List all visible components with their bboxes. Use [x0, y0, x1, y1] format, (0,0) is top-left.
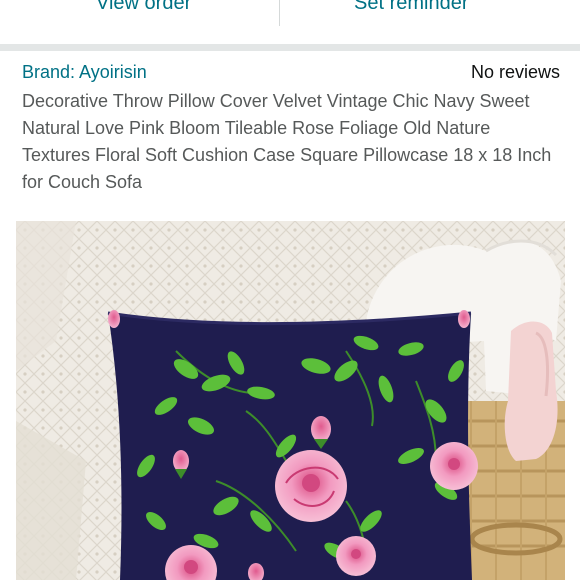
product-image[interactable] [16, 221, 565, 580]
reviews-count: No reviews [470, 62, 560, 82]
pink-ceramic-decor [504, 321, 558, 461]
actions-divider [279, 0, 280, 26]
brand-row: Brand: Ayoirisin No reviews [22, 62, 560, 86]
set-reminder-link[interactable]: Set reminder [354, 0, 469, 15]
floral-pillow [107, 310, 478, 580]
order-actions-bar: View order Set reminder [0, 0, 580, 26]
rose-bloom [430, 442, 478, 490]
rose-bloom [336, 536, 376, 576]
view-order-link[interactable]: View order [96, 0, 191, 15]
brand-link[interactable]: Brand: Ayoirisin [22, 62, 147, 83]
section-separator [0, 44, 580, 51]
rose-bloom [275, 450, 347, 522]
product-title: Decorative Throw Pillow Cover Velvet Vin… [22, 91, 552, 192]
pillow-photo [16, 221, 565, 580]
